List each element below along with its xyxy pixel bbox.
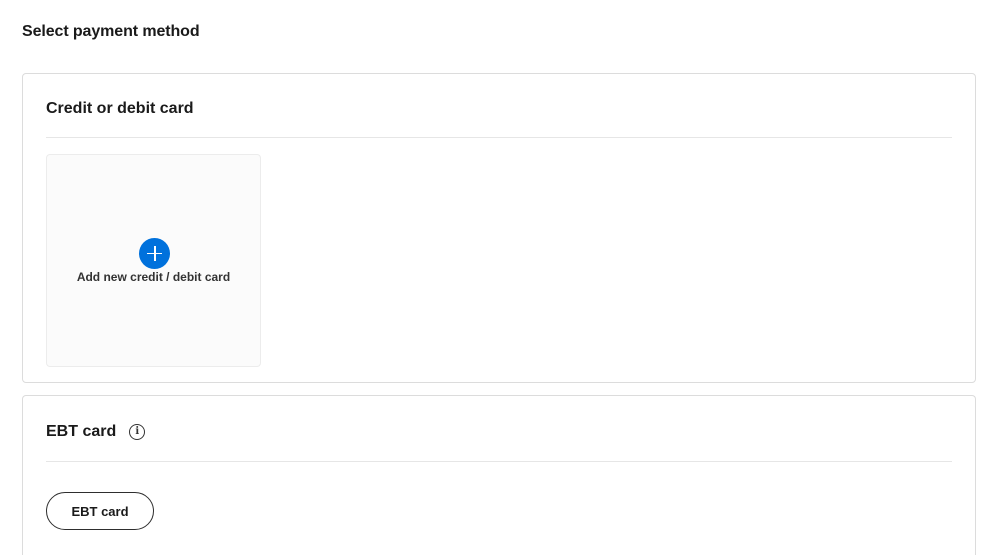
info-icon[interactable]: i [129, 423, 146, 440]
add-credit-card-button[interactable]: Add new credit / debit card [46, 154, 261, 367]
page-title: Select payment method [22, 23, 200, 40]
ebt-card-section: EBT card i EBT card [22, 395, 976, 555]
credit-debit-card-section: Credit or debit card Add new credit / de… [22, 73, 976, 383]
ebt-card-button[interactable]: EBT card [46, 492, 154, 530]
ebt-section-header: EBT card i [46, 396, 952, 462]
add-card-label: Add new credit / debit card [76, 270, 231, 284]
ebt-section-title: EBT card [46, 422, 117, 440]
plus-circle-icon [139, 238, 170, 269]
credit-section-header: Credit or debit card [46, 74, 952, 138]
credit-section-title: Credit or debit card [46, 99, 194, 117]
